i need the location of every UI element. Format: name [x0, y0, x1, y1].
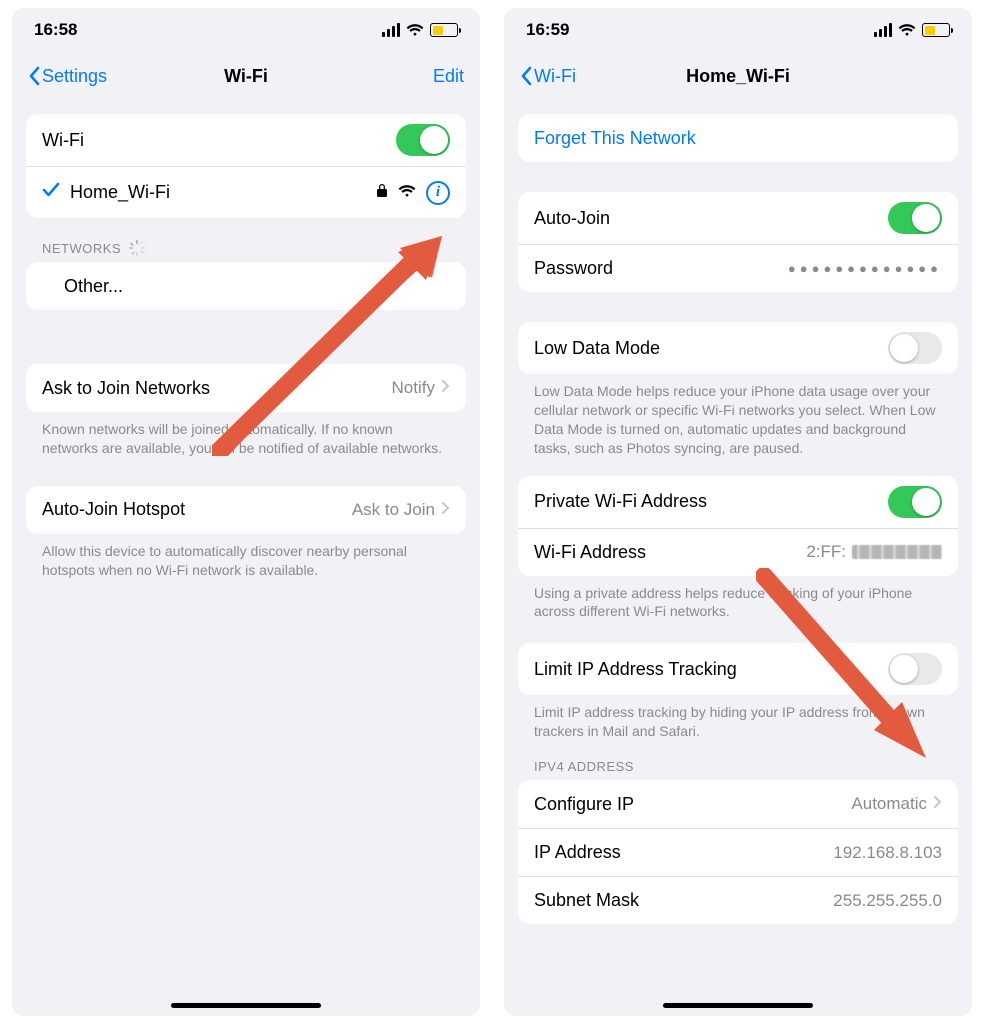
- status-time: 16:59: [526, 20, 569, 40]
- lock-icon: [376, 182, 388, 203]
- ip-address-value: 192.168.8.103: [833, 843, 942, 863]
- configure-ip-label: Configure IP: [534, 794, 634, 815]
- chevron-right-icon: [441, 378, 450, 398]
- low-data-mode-label: Low Data Mode: [534, 338, 660, 359]
- password-label: Password: [534, 258, 613, 279]
- chevron-right-icon: [933, 794, 942, 814]
- limit-ip-footer: Limit IP address tracking by hiding your…: [518, 695, 958, 741]
- chevron-left-icon: [28, 66, 40, 86]
- back-button[interactable]: Settings: [28, 66, 107, 87]
- wifi-toggle[interactable]: [396, 124, 450, 156]
- home-indicator[interactable]: [663, 1003, 813, 1008]
- chevron-right-icon: [441, 500, 450, 520]
- wifi-toggle-row: Wi-Fi: [26, 114, 466, 166]
- status-time: 16:58: [34, 20, 77, 40]
- forget-network-label: Forget This Network: [534, 128, 696, 149]
- checkmark-icon: [42, 182, 60, 203]
- back-label: Settings: [42, 66, 107, 87]
- limit-ip-tracking-label: Limit IP Address Tracking: [534, 659, 737, 680]
- private-address-footer: Using a private address helps reduce tra…: [518, 576, 958, 622]
- private-wifi-address-toggle[interactable]: [888, 486, 942, 518]
- back-label: Wi-Fi: [534, 66, 576, 87]
- auto-join-toggle[interactable]: [888, 202, 942, 234]
- battery-icon: [922, 23, 950, 37]
- networks-header: NETWORKS: [26, 218, 466, 262]
- auto-join-row: Auto-Join: [518, 192, 958, 244]
- password-row[interactable]: Password ●●●●●●●●●●●●●: [518, 244, 958, 292]
- status-bar: 16:59: [504, 8, 972, 52]
- subnet-mask-value: 255.255.255.0: [833, 891, 942, 911]
- battery-icon: [430, 23, 458, 37]
- subnet-mask-row: Subnet Mask 255.255.255.0: [518, 876, 958, 924]
- loading-spinner-icon: [129, 240, 145, 256]
- wifi-signal-icon: [398, 182, 416, 203]
- forget-network-button[interactable]: Forget This Network: [518, 114, 958, 162]
- status-bar: 16:58: [12, 8, 480, 52]
- wifi-status-icon: [898, 23, 916, 37]
- limit-ip-tracking-toggle[interactable]: [888, 653, 942, 685]
- auto-join-hotspot-row[interactable]: Auto-Join Hotspot Ask to Join: [26, 486, 466, 534]
- other-label: Other...: [42, 276, 123, 297]
- password-value: ●●●●●●●●●●●●●: [788, 261, 942, 276]
- ask-to-join-row[interactable]: Ask to Join Networks Notify: [26, 364, 466, 412]
- cellular-signal-icon: [874, 23, 892, 37]
- ipv4-header: IPV4 ADDRESS: [518, 741, 958, 780]
- network-detail-screen: 16:59 Wi-Fi Home_Wi-Fi Forget This Netwo…: [504, 8, 972, 1016]
- auto-join-hotspot-footer: Allow this device to automatically disco…: [26, 534, 466, 580]
- info-icon[interactable]: i: [426, 181, 450, 205]
- low-data-mode-toggle[interactable]: [888, 332, 942, 364]
- auto-join-hotspot-label: Auto-Join Hotspot: [42, 499, 185, 520]
- connected-network-name: Home_Wi-Fi: [70, 182, 170, 203]
- private-wifi-address-label: Private Wi-Fi Address: [534, 491, 707, 512]
- configure-ip-row[interactable]: Configure IP Automatic: [518, 780, 958, 828]
- limit-ip-tracking-row: Limit IP Address Tracking: [518, 643, 958, 695]
- ask-to-join-label: Ask to Join Networks: [42, 378, 210, 399]
- wifi-address-label: Wi-Fi Address: [534, 542, 646, 563]
- low-data-mode-row: Low Data Mode: [518, 322, 958, 374]
- subnet-mask-label: Subnet Mask: [534, 890, 639, 911]
- configure-ip-value: Automatic: [851, 794, 927, 814]
- ip-address-row: IP Address 192.168.8.103: [518, 828, 958, 876]
- home-indicator[interactable]: [171, 1003, 321, 1008]
- back-button[interactable]: Wi-Fi: [520, 66, 576, 87]
- low-data-footer: Low Data Mode helps reduce your iPhone d…: [518, 374, 958, 458]
- auto-join-label: Auto-Join: [534, 208, 610, 229]
- wifi-address-row: Wi-Fi Address 2:FF:: [518, 528, 958, 576]
- ip-address-label: IP Address: [534, 842, 621, 863]
- edit-button[interactable]: Edit: [433, 66, 464, 87]
- status-indicators: [382, 23, 458, 37]
- other-network-row[interactable]: Other...: [26, 262, 466, 310]
- wifi-address-value: 2:FF:: [806, 542, 942, 562]
- connected-network-row[interactable]: Home_Wi-Fi i: [26, 166, 466, 218]
- status-indicators: [874, 23, 950, 37]
- wifi-label: Wi-Fi: [42, 130, 84, 151]
- wifi-settings-screen: 16:58 Settings Wi-Fi Edit Wi-Fi: [12, 8, 480, 1016]
- redacted-icon: [852, 545, 942, 559]
- nav-bar: Settings Wi-Fi Edit: [12, 52, 480, 100]
- chevron-left-icon: [520, 66, 532, 86]
- wifi-status-icon: [406, 23, 424, 37]
- nav-bar: Wi-Fi Home_Wi-Fi: [504, 52, 972, 100]
- ask-to-join-footer: Known networks will be joined automatica…: [26, 412, 466, 458]
- cellular-signal-icon: [382, 23, 400, 37]
- auto-join-hotspot-value: Ask to Join: [352, 500, 435, 520]
- private-wifi-address-row: Private Wi-Fi Address: [518, 476, 958, 528]
- ask-to-join-value: Notify: [392, 378, 435, 398]
